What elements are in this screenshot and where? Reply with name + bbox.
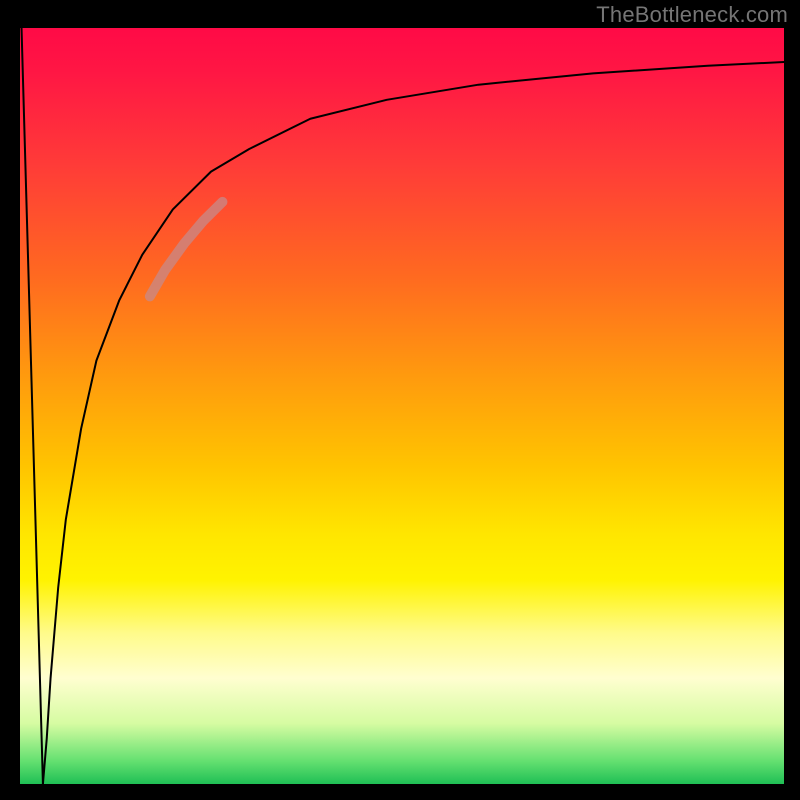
highlight-segment [150,202,223,297]
main-curve [43,62,784,784]
watermark-text: TheBottleneck.com [596,2,788,28]
chart-frame: TheBottleneck.com [0,0,800,800]
plot-area [20,28,784,784]
curve-layer [20,28,784,784]
left-spike [22,28,43,784]
